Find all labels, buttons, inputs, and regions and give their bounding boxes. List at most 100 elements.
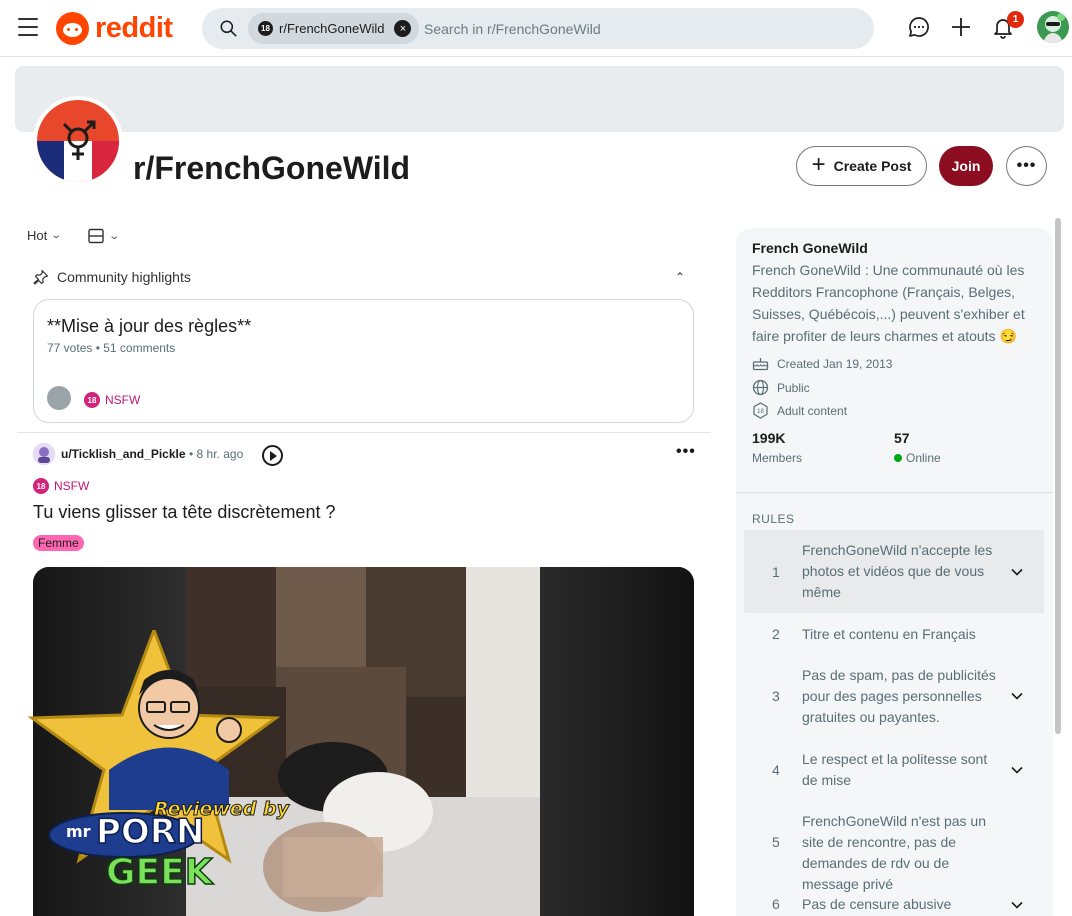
notification-badge: 1 [1007, 11, 1024, 28]
play-icon[interactable] [262, 445, 283, 466]
nsfw-18-icon: 18 [258, 21, 273, 36]
highlight-title: **Mise à jour des règles** [47, 316, 252, 336]
nsfw-label: NSFW [54, 479, 90, 493]
menu-icon[interactable] [18, 18, 38, 36]
visibility-label: Public [777, 380, 810, 395]
reddit-logo[interactable]: reddit [56, 11, 173, 45]
rule-number: 3 [772, 688, 780, 704]
join-button[interactable]: Join [939, 146, 993, 186]
card-view-icon [88, 228, 104, 244]
collapse-highlights-icon[interactable]: ⌃ [675, 270, 685, 284]
create-post-button[interactable]: + Create Post [796, 146, 927, 186]
created-date: Created Jan 19, 2013 [777, 356, 893, 371]
chat-icon[interactable] [907, 15, 931, 39]
rule-text: FrenchGoneWild n'est pas un site de renc… [802, 813, 986, 892]
rule-text: Pas de censure abusive [802, 896, 952, 912]
globe-icon [752, 379, 769, 396]
reviewed-by-watermark: Reviewed by mr PORN GEEK [14, 625, 304, 900]
chevron-down-icon: ⌄ [108, 230, 121, 242]
rule-number: 1 [772, 564, 780, 580]
svg-text:18: 18 [757, 409, 764, 415]
plus-icon[interactable] [949, 15, 973, 39]
rule-number: 2 [772, 626, 780, 642]
highlight-thumbnail [47, 386, 71, 410]
search-scope-label: r/FrenchGoneWild [279, 21, 385, 36]
community-sidebar: French GoneWild French GoneWild : Une co… [736, 228, 1053, 916]
highlight-card[interactable]: **Mise à jour des règles** 77 votes • 51… [33, 299, 694, 423]
community-highlights-header: Community highlights [33, 269, 191, 285]
create-post-label: Create Post [833, 158, 912, 174]
sidebar-description: French GoneWild : Une communauté où les … [752, 262, 1025, 344]
rule-text: Le respect et la politesse sont de mise [802, 751, 988, 788]
post-title[interactable]: Tu viens glisser ta tête discrètement ? [33, 502, 335, 523]
search-icon [220, 20, 237, 37]
rule-item[interactable]: 2 Titre et contenu en Français [744, 624, 1044, 648]
post-more-button[interactable]: ••• [676, 443, 696, 461]
nsfw-18-icon: 18 [84, 392, 100, 408]
sidebar-title: French GoneWild [752, 240, 868, 256]
post-flair[interactable]: Femme [33, 535, 84, 551]
chevron-down-icon [1011, 692, 1023, 700]
online-dot-icon [894, 454, 902, 462]
rule-number: 4 [772, 762, 780, 778]
nsfw-label: NSFW [105, 393, 141, 407]
rule-text: FrenchGoneWild n'accepte les photos et v… [802, 542, 993, 600]
rule-item[interactable]: 4 Le respect et la politesse sont de mis… [744, 749, 1044, 793]
nsfw-18-icon: 18 [33, 478, 49, 494]
pin-icon [33, 269, 49, 285]
feed-divider [17, 432, 711, 433]
top-navigation-bar: reddit 18 r/FrenchGoneWild × 1 [0, 0, 1072, 57]
members-label: Members [752, 451, 803, 465]
rule-item[interactable]: 6 Pas de censure abusive [744, 894, 1044, 916]
rules-heading: RULES [752, 512, 795, 526]
sidebar-divider [736, 492, 1053, 493]
chevron-down-icon [1011, 901, 1023, 909]
view-mode-dropdown[interactable]: ⌄ [88, 228, 121, 244]
cake-icon [752, 358, 769, 371]
subreddit-more-button[interactable]: ••• [1006, 146, 1047, 186]
logo-text: reddit [95, 11, 173, 44]
nsfw-tag: 18 NSFW [84, 392, 140, 408]
nsfw-18-icon: 18 [753, 402, 768, 419]
clear-scope-icon[interactable]: × [394, 20, 412, 37]
search-bar[interactable]: 18 r/FrenchGoneWild × [202, 8, 874, 49]
watermark-geek: GEEK [105, 851, 213, 894]
members-count: 199K [752, 430, 786, 446]
rule-number: 5 [772, 834, 780, 850]
chevron-down-icon [1011, 766, 1023, 774]
chevron-down-icon: ⌄ [50, 230, 63, 241]
post-author[interactable]: u/Ticklish_and_Pickle [61, 447, 186, 461]
subreddit-avatar [33, 96, 123, 186]
reddit-snoo-icon [56, 11, 89, 45]
rule-item[interactable]: 3 Pas de spam, pas de publicités pour de… [744, 665, 1044, 730]
rule-text: Titre et contenu en Français [802, 626, 976, 642]
visibility-row: Public [752, 379, 810, 396]
rule-text: Pas de spam, pas de publicités pour des … [802, 667, 996, 725]
content-type-row: 18 Adult content [752, 402, 847, 419]
rule-number: 6 [772, 896, 780, 912]
subreddit-title: r/FrenchGoneWild [133, 150, 411, 186]
online-count: 57 [894, 430, 910, 446]
created-row: Created Jan 19, 2013 [752, 356, 892, 371]
post-timestamp: • 8 hr. ago [189, 447, 244, 461]
sort-label: Hot [27, 228, 48, 243]
highlights-heading: Community highlights [57, 269, 191, 285]
sort-dropdown[interactable]: Hot ⌄ [27, 228, 63, 243]
post-nsfw-tag: 18 NSFW [33, 478, 89, 494]
content-type-label: Adult content [777, 403, 848, 418]
search-scope-chip[interactable]: 18 r/FrenchGoneWild × [248, 13, 420, 44]
search-input[interactable] [424, 8, 854, 49]
plus-icon: + [811, 151, 826, 178]
chevron-down-icon [1011, 568, 1023, 576]
sidebar-scrollbar[interactable] [1055, 218, 1061, 734]
rule-item[interactable]: 1 FrenchGoneWild n'accepte les photos et… [744, 530, 1044, 613]
post-author-avatar[interactable] [33, 443, 55, 465]
subreddit-banner [15, 66, 1064, 132]
watermark-porn: PORN [95, 811, 205, 853]
watermark-mr: mr [66, 822, 91, 841]
rule-item[interactable]: 5 FrenchGoneWild n'est pas un site de re… [744, 811, 1044, 892]
online-label: Online [906, 451, 941, 465]
highlight-meta: 77 votes • 51 comments [47, 341, 176, 355]
user-avatar[interactable] [1037, 11, 1069, 43]
online-status: Online [894, 451, 941, 465]
